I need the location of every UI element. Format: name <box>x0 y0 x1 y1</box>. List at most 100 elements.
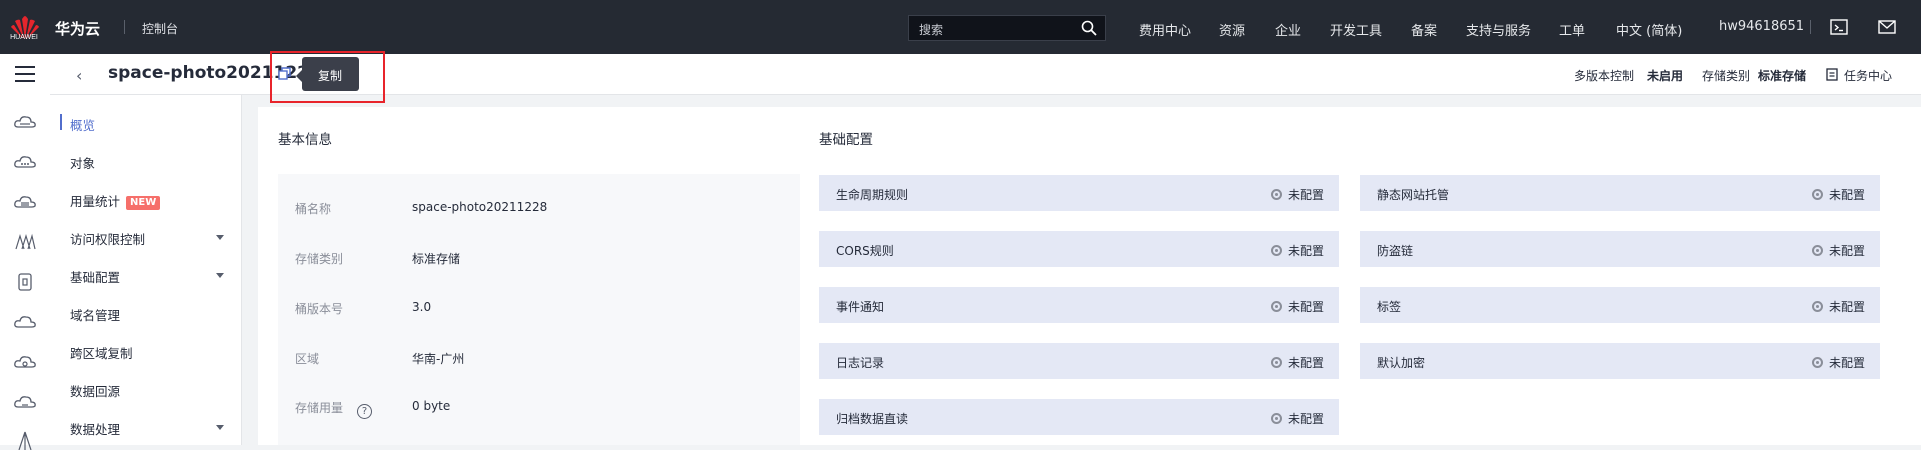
highlight-box <box>270 51 385 103</box>
task-center-link[interactable]: 任务中心 <box>1844 67 1892 84</box>
status-text: 未配置 <box>1287 412 1324 426</box>
user-account[interactable]: hw94618651 <box>1719 19 1804 34</box>
network-service-icon[interactable] <box>13 232 37 252</box>
versioning-value: 未启用 <box>1647 69 1684 83</box>
config-status: 未配置 <box>1811 354 1865 371</box>
nav-enterprise[interactable]: 企业 <box>1275 20 1301 39</box>
info-value: 华南-广州 <box>412 352 465 366</box>
sidebar-item-data-processing[interactable]: 数据处理 <box>70 419 120 438</box>
chevron-down-icon[interactable] <box>216 235 224 240</box>
sidebar-item-label: 用量统计 <box>70 194 121 209</box>
cloud-service-icon[interactable] <box>13 152 37 172</box>
basic-config-title: 基础配置 <box>819 132 873 148</box>
sidebar-item-usage-stats[interactable]: 用量统计 NEW <box>70 191 161 210</box>
task-list-icon[interactable] <box>1826 68 1838 81</box>
config-name: 默认加密 <box>1377 356 1426 370</box>
status-dot-icon <box>1270 245 1282 256</box>
chevron-down-icon[interactable] <box>216 273 224 278</box>
nav-filing[interactable]: 备案 <box>1411 20 1437 39</box>
config-row-tags[interactable]: 标签 未配置 <box>1360 287 1880 323</box>
status-dot-icon <box>1811 357 1823 368</box>
help-icon[interactable]: ? <box>357 404 373 419</box>
cloud-service-icon[interactable] <box>13 392 37 412</box>
status-text: 未配置 <box>1287 244 1324 258</box>
console-link[interactable]: 控制台 <box>142 20 178 37</box>
active-indicator <box>60 114 62 130</box>
info-label: 桶名称 <box>295 202 332 216</box>
info-label: 存储类别 <box>295 252 344 266</box>
sidebar-item-objects[interactable]: 对象 <box>70 153 95 172</box>
config-name: 静态网站托管 <box>1377 188 1450 202</box>
info-value: 3.0 <box>412 300 432 314</box>
config-status: 未配置 <box>1270 298 1324 315</box>
status-dot-icon <box>1811 189 1823 200</box>
config-name: 事件通知 <box>836 300 885 314</box>
config-row-archive-direct-read[interactable]: 归档数据直读 未配置 <box>819 399 1339 435</box>
nav-billing-center[interactable]: 费用中心 <box>1139 20 1191 39</box>
config-name: 标签 <box>1377 300 1402 314</box>
status-text: 未配置 <box>1828 300 1865 314</box>
nav-dev-tools[interactable]: 开发工具 <box>1330 20 1382 39</box>
nav-resources[interactable]: 资源 <box>1219 20 1245 39</box>
config-row-anti-leech[interactable]: 防盗链 未配置 <box>1360 231 1880 267</box>
terminal-icon[interactable] <box>1830 18 1848 36</box>
config-row-event-notification[interactable]: 事件通知 未配置 <box>819 287 1339 323</box>
storage-class-value: 标准存储 <box>1758 69 1807 83</box>
divider <box>124 20 125 34</box>
status-dot-icon <box>1270 189 1282 200</box>
versioning-label: 多版本控制 <box>1574 69 1635 83</box>
info-value: 标准存储 <box>412 252 461 266</box>
config-row-lifecycle[interactable]: 生命周期规则 未配置 <box>819 175 1339 211</box>
cloud-service-icon[interactable] <box>13 352 37 372</box>
sidebar-item-access-control[interactable]: 访问权限控制 <box>70 229 145 248</box>
status-text: 未配置 <box>1287 356 1324 370</box>
search-icon[interactable] <box>1081 20 1097 36</box>
config-status: 未配置 <box>1811 242 1865 259</box>
new-badge: NEW <box>126 196 161 210</box>
menu-icon[interactable] <box>15 66 35 87</box>
cloud-service-icon[interactable] <box>13 112 37 132</box>
brand-name[interactable]: 华为云 <box>55 18 100 39</box>
status-dot-icon <box>1811 245 1823 256</box>
chevron-down-icon[interactable] <box>216 425 224 430</box>
info-label: 区域 <box>295 352 320 366</box>
nav-tickets[interactable]: 工单 <box>1559 20 1585 39</box>
config-row-cors[interactable]: CORS规则 未配置 <box>819 231 1339 267</box>
config-name: 生命周期规则 <box>836 188 909 202</box>
search-box[interactable]: 搜索 <box>908 15 1106 41</box>
basic-info-title: 基本信息 <box>278 132 332 148</box>
status-text: 未配置 <box>1828 188 1865 202</box>
antenna-service-icon[interactable] <box>13 430 37 450</box>
config-row-default-encryption[interactable]: 默认加密 未配置 <box>1360 343 1880 379</box>
logo-text: HUAWEI <box>10 34 38 41</box>
info-label: 桶版本号 <box>295 302 344 316</box>
search-input[interactable]: 搜索 <box>919 21 943 38</box>
divider <box>1810 20 1811 34</box>
sidebar-item-basic-config[interactable]: 基础配置 <box>70 267 120 286</box>
language-selector[interactable]: 中文 (简体) <box>1616 20 1682 39</box>
storage-service-icon[interactable] <box>13 192 37 212</box>
status-text: 未配置 <box>1287 300 1324 314</box>
back-chevron-icon[interactable]: ‹ <box>76 66 82 85</box>
config-row-static-website[interactable]: 静态网站托管 未配置 <box>1360 175 1880 211</box>
info-value: 0 byte <box>412 399 451 413</box>
sidebar-item-domain-management[interactable]: 域名管理 <box>70 305 120 324</box>
info-row-storage-usage: 存储用量? <box>295 399 373 419</box>
config-status: 未配置 <box>1811 186 1865 203</box>
mail-icon[interactable] <box>1878 18 1896 36</box>
config-status: 未配置 <box>1270 242 1324 259</box>
status-dot-icon <box>1270 413 1282 424</box>
status-dot-icon <box>1270 301 1282 312</box>
status-dot-icon <box>1811 301 1823 312</box>
cloud-service-icon[interactable] <box>13 312 37 332</box>
sidebar-item-back-to-source[interactable]: 数据回源 <box>70 381 120 400</box>
database-service-icon[interactable] <box>13 272 37 292</box>
config-name: CORS规则 <box>836 244 894 258</box>
status-text: 未配置 <box>1828 244 1865 258</box>
nav-support[interactable]: 支持与服务 <box>1466 20 1531 39</box>
config-row-logging[interactable]: 日志记录 未配置 <box>819 343 1339 379</box>
status-text: 未配置 <box>1828 356 1865 370</box>
sidebar-item-cross-region-replication[interactable]: 跨区域复制 <box>70 343 133 362</box>
status-dot-icon <box>1270 357 1282 368</box>
sidebar-item-overview[interactable]: 概览 <box>70 115 95 134</box>
